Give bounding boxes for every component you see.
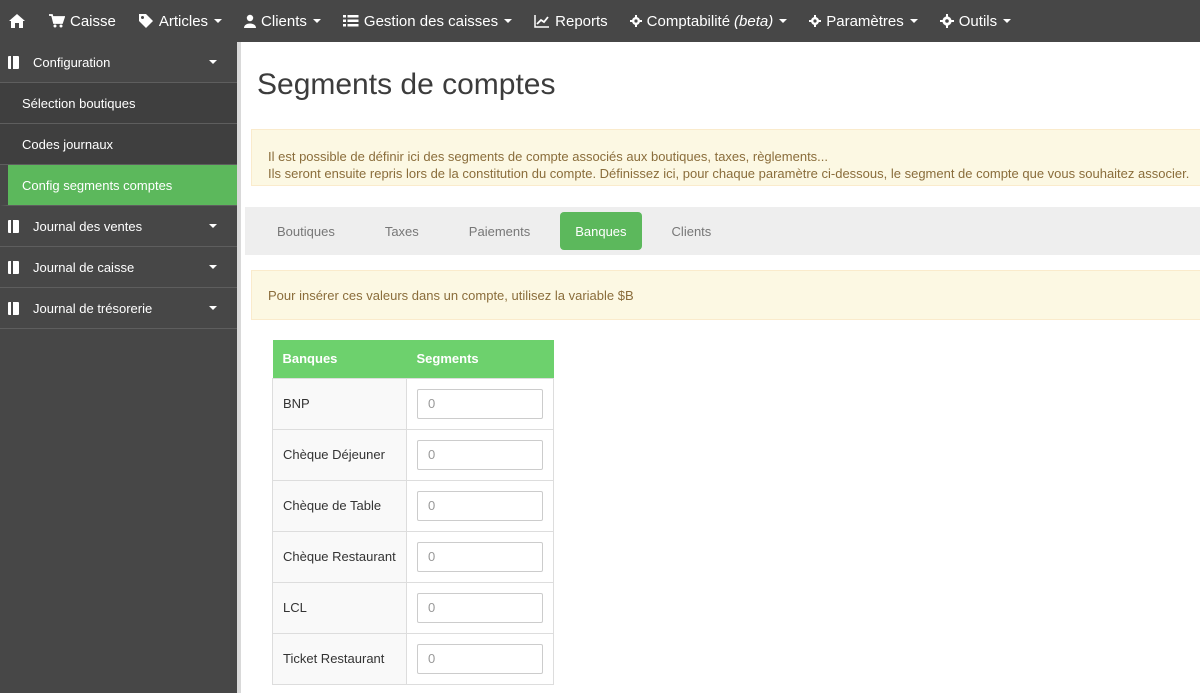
nav-comptabilite[interactable]: Comptabilité (beta) <box>619 0 799 42</box>
sidebar-section-label: Journal de caisse <box>33 259 135 275</box>
chevron-down-icon <box>214 19 223 23</box>
nav-reports[interactable]: Reports <box>523 0 619 42</box>
sidebar: Configuration Sélection boutiques Codes … <box>0 42 241 693</box>
table-row: Chèque de Table <box>272 479 554 532</box>
chevron-down-icon <box>909 19 918 23</box>
book-icon <box>8 301 19 315</box>
nav-articles-label: Articles <box>158 12 209 30</box>
table-row: Chèque Déjeuner <box>272 428 554 481</box>
sidebar-item-label: Codes journaux <box>22 136 114 152</box>
segment-cell <box>406 377 554 430</box>
chevron-down-icon <box>312 19 321 23</box>
book-icon <box>8 219 19 233</box>
nav-caisse-label: Caisse <box>70 12 116 30</box>
nav-reports-label: Reports <box>555 12 608 30</box>
info-line-1: Il est possible de définir ici des segme… <box>268 149 829 164</box>
sidebar-section-journal-ventes[interactable]: Journal des ventes <box>0 206 237 247</box>
tab-paiements[interactable]: Paiements <box>449 212 550 250</box>
segment-cell <box>406 428 554 481</box>
bank-name: Ticket Restaurant <box>272 632 407 685</box>
table-row: LCL <box>272 581 554 634</box>
tab-boutiques[interactable]: Boutiques <box>257 212 355 250</box>
sidebar-section-label: Configuration <box>33 54 111 70</box>
tab-taxes[interactable]: Taxes <box>365 212 439 250</box>
nav-clients-label: Clients <box>261 12 307 30</box>
segment-cell <box>406 530 554 583</box>
chevron-down-icon <box>504 19 513 23</box>
sidebar-item-label: Sélection boutiques <box>22 95 136 111</box>
bank-name: Chèque de Table <box>272 479 407 532</box>
list-icon <box>342 13 359 29</box>
sidebar-item-selection-boutiques[interactable]: Sélection boutiques <box>0 83 237 124</box>
column-header-banques: Banques <box>272 340 407 378</box>
bank-name: BNP <box>272 377 407 430</box>
nav-caisse[interactable]: Caisse <box>38 0 127 42</box>
chevron-down-icon <box>779 19 788 23</box>
sidebar-item-config-segments[interactable]: Config segments comptes <box>0 165 237 206</box>
chevron-down-icon <box>209 306 217 310</box>
nav-gestion-caisses[interactable]: Gestion des caisses <box>332 0 523 42</box>
segment-input-lcl[interactable] <box>417 592 543 623</box>
page-title: Segments de comptes <box>257 68 556 101</box>
top-navbar: Caisse Articles Clients Gestion des cais… <box>0 0 1200 42</box>
tab-clients[interactable]: Clients <box>652 212 732 250</box>
tags-icon <box>138 13 154 29</box>
chevron-down-icon <box>209 224 217 228</box>
segment-input-ticket-restaurant[interactable] <box>417 643 543 674</box>
table-row: Ticket Restaurant <box>272 632 554 685</box>
nav-home[interactable] <box>0 0 38 42</box>
table-row: Chèque Restaurant <box>272 530 554 583</box>
nav-parametres-label: Paramètres <box>826 12 904 30</box>
cart-icon <box>49 13 65 29</box>
info-line-2: Ils seront ensuite repris lors de la con… <box>268 166 1190 181</box>
sidebar-section-configuration[interactable]: Configuration <box>0 42 237 83</box>
variable-hint-text: Pour insérer ces valeurs dans un compte,… <box>268 287 634 303</box>
tab-bar: Boutiques Taxes Paiements Banques Client… <box>245 207 1200 255</box>
segment-input-cheque-dejeuner[interactable] <box>417 439 543 470</box>
table-header-row: Banques Segments <box>272 340 554 378</box>
segment-cell <box>406 581 554 634</box>
chevron-down-icon <box>209 265 217 269</box>
sidebar-item-label: Config segments comptes <box>22 177 173 193</box>
segment-input-cheque-restaurant[interactable] <box>417 541 543 572</box>
tab-banques[interactable]: Banques <box>560 212 642 250</box>
segment-cell <box>406 632 554 685</box>
sidebar-section-label: Journal des ventes <box>33 218 143 234</box>
cog-icon <box>939 13 954 29</box>
table-row: BNP <box>272 377 554 430</box>
book-icon <box>8 260 19 274</box>
nav-comptabilite-label: Comptabilité <box>646 12 731 30</box>
column-header-segments: Segments <box>406 340 554 378</box>
sidebar-item-codes-journaux[interactable]: Codes journaux <box>0 124 237 165</box>
nav-outils[interactable]: Outils <box>929 0 1022 42</box>
segment-input-bnp[interactable] <box>417 388 543 419</box>
nav-parametres[interactable]: Paramètres <box>798 0 929 42</box>
nav-articles[interactable]: Articles <box>127 0 233 42</box>
bank-name: LCL <box>272 581 407 634</box>
sidebar-section-journal-tresorerie[interactable]: Journal de trésorerie <box>0 288 237 329</box>
bank-name: Chèque Restaurant <box>272 530 407 583</box>
user-icon <box>244 13 257 29</box>
bank-name: Chèque Déjeuner <box>272 428 407 481</box>
line-chart-icon <box>534 13 550 29</box>
segments-table: Banques Segments BNP Chèque Déjeuner Chè… <box>272 340 554 685</box>
cog-icon <box>629 13 642 29</box>
sidebar-section-label: Journal de trésorerie <box>33 300 153 316</box>
sidebar-section-journal-caisse[interactable]: Journal de caisse <box>0 247 237 288</box>
info-alert: Il est possible de définir ici des segme… <box>251 129 1200 186</box>
main-content: Segments de comptes Il est possible de d… <box>245 42 1200 693</box>
cog-icon <box>809 13 822 29</box>
segment-input-cheque-de-table[interactable] <box>417 490 543 521</box>
nav-clients[interactable]: Clients <box>233 0 332 42</box>
segment-cell <box>406 479 554 532</box>
nav-outils-label: Outils <box>958 12 998 30</box>
variable-hint-alert: Pour insérer ces valeurs dans un compte,… <box>251 270 1200 320</box>
nav-beta-label: (beta) <box>734 12 774 30</box>
chevron-down-icon <box>1003 19 1012 23</box>
chevron-down-icon <box>209 60 217 64</box>
book-icon <box>8 55 19 69</box>
home-icon <box>8 13 26 29</box>
nav-gestion-label: Gestion des caisses <box>363 12 499 30</box>
